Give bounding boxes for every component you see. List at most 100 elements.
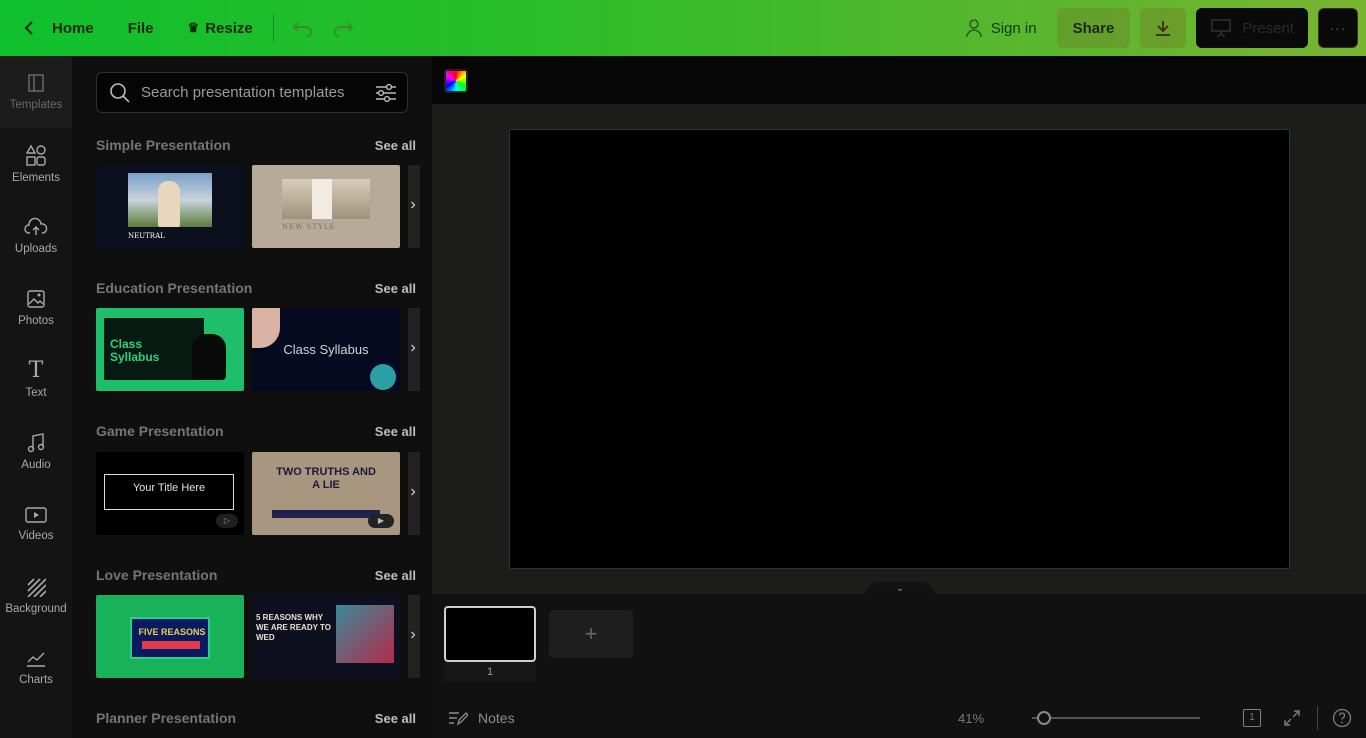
sign-in-label: Sign in (990, 19, 1037, 37)
search-input[interactable]: Search presentation templates (141, 84, 344, 101)
download-icon (1156, 21, 1171, 36)
top-bar: Home File ♛ Resize Sign in Share Present (0, 0, 1366, 56)
help-icon (1332, 708, 1352, 728)
rail-item-videos[interactable]: Videos (0, 488, 72, 560)
thumbnail-caption: TWO TRUTHS AND A LIE (276, 466, 376, 491)
zoom-slider-track[interactable] (1032, 717, 1200, 719)
user-icon (965, 19, 982, 38)
thumbnail-caption: 5 REASONS WHY WE ARE READY TO WED (256, 613, 331, 642)
template-thumbnail[interactable]: NEW STYLE (252, 165, 400, 248)
home-label: Home (52, 19, 94, 37)
image-icon (27, 290, 45, 308)
toolbar-divider (272, 14, 274, 42)
rail-label: Elements (12, 172, 60, 184)
template-thumbnail[interactable]: NEUTRAL (96, 165, 244, 248)
present-label: Present (1242, 19, 1294, 37)
template-thumbnail[interactable]: Class Syllabus (96, 308, 244, 391)
pages-strip: 1 + (432, 594, 1366, 698)
search-icon (110, 82, 130, 103)
section-title-simple: Simple Presentation (96, 137, 231, 153)
footer-divider (1317, 706, 1318, 730)
rail-item-templates[interactable]: Templates (0, 56, 72, 128)
section-title-love: Love Presentation (96, 567, 218, 583)
present-button[interactable]: Present (1196, 8, 1308, 48)
rail-label: Text (25, 387, 47, 399)
chevron-right-icon[interactable]: › (405, 339, 421, 359)
page-thumbnail[interactable] (444, 606, 536, 662)
fullscreen-button[interactable] (1282, 708, 1302, 728)
file-menu-button[interactable]: File (118, 8, 164, 48)
rail-item-elements[interactable]: Elements (0, 128, 72, 200)
rail-item-charts[interactable]: Charts (0, 632, 72, 704)
music-note-icon (27, 433, 45, 453)
filter-sliders-icon[interactable] (375, 83, 397, 103)
redo-icon[interactable] (332, 19, 354, 37)
rail-item-photos[interactable]: Photos (0, 272, 72, 344)
rail-item-text[interactable]: T Text (0, 344, 72, 416)
chevron-right-icon[interactable]: › (405, 196, 421, 216)
zoom-percentage[interactable]: 41% (958, 711, 984, 726)
background-color-button[interactable] (444, 69, 468, 93)
thumbnail-strip (272, 510, 380, 518)
share-button[interactable]: Share (1056, 8, 1131, 48)
footer-bar: Notes 41% 1 (432, 698, 1366, 738)
see-all-link[interactable]: See all (375, 711, 416, 726)
crown-icon: ♛ (187, 20, 200, 35)
see-all-link[interactable]: See all (375, 424, 416, 439)
download-button[interactable] (1140, 8, 1187, 48)
rail-item-uploads[interactable]: Uploads (0, 200, 72, 272)
chevron-right-icon[interactable]: › (405, 483, 421, 503)
help-button[interactable] (1332, 708, 1352, 728)
line-chart-icon (27, 652, 45, 667)
template-thumbnail[interactable]: Class Syllabus (252, 308, 400, 391)
chevron-right-icon[interactable]: › (405, 626, 421, 646)
chevron-left-icon (24, 21, 33, 35)
rail-label: Audio (21, 459, 51, 471)
presentation-icon (1211, 19, 1232, 38)
template-thumbnail[interactable]: FIVE REASONS (96, 595, 244, 678)
background-pattern-icon (27, 578, 46, 597)
thumbnail-circle (370, 364, 396, 390)
editor-toolbar (432, 56, 1366, 104)
template-thumbnail[interactable]: 5 REASONS WHY WE ARE READY TO WED (252, 595, 400, 678)
slide-canvas[interactable] (509, 129, 1290, 569)
thumbnail-person (158, 181, 180, 227)
resize-button[interactable]: ♛ Resize (178, 8, 263, 48)
resize-label: Resize (205, 19, 253, 37)
thumbnail-caption: Your Title Here (132, 482, 206, 494)
rail-label: Templates (9, 99, 63, 111)
zoom-slider-handle[interactable] (1037, 711, 1051, 725)
play-icon: ▶ (368, 514, 394, 528)
canvas-workspace: ⌄ (432, 104, 1366, 596)
template-thumbnail[interactable]: Your Title Here ▷ (96, 452, 244, 535)
share-label: Share (1072, 19, 1115, 37)
thumbnail-caption: NEW STYLE (282, 223, 336, 231)
notes-icon (449, 712, 468, 726)
more-options-button[interactable]: ··· (1318, 8, 1358, 48)
rail-item-background[interactable]: Background (0, 560, 72, 632)
search-box[interactable]: Search presentation templates (96, 72, 408, 113)
cloud-upload-icon (24, 217, 48, 235)
see-all-link[interactable]: See all (375, 138, 416, 153)
section-title-education: Education Presentation (96, 280, 253, 296)
sign-in-button[interactable]: Sign in (955, 8, 1047, 48)
see-all-link[interactable]: See all (375, 568, 416, 583)
undo-icon[interactable] (292, 19, 314, 37)
page-count-button[interactable]: 1 (1242, 708, 1262, 728)
notes-button[interactable]: Notes (448, 710, 515, 726)
add-page-button[interactable]: + (549, 610, 633, 658)
rail-item-audio[interactable]: Audio (0, 416, 72, 488)
home-button[interactable]: Home (12, 8, 104, 48)
thumbnail-caption: FIVE REASONS (138, 627, 206, 637)
plus-icon: + (584, 621, 598, 646)
thumbnail-caption: Class Syllabus (110, 337, 160, 364)
play-icon: ▷ (216, 514, 238, 528)
thumbnail-board (130, 617, 210, 659)
thumbnail-caption: Class Syllabus (283, 342, 369, 357)
template-thumbnail[interactable]: TWO TRUTHS AND A LIE ▶ (252, 452, 400, 535)
expand-icon (1284, 710, 1300, 726)
see-all-link[interactable]: See all (375, 281, 416, 296)
template-icon (28, 74, 44, 92)
rail-label: Charts (19, 674, 53, 686)
thumbnail-caption: NEUTRAL (128, 232, 165, 240)
